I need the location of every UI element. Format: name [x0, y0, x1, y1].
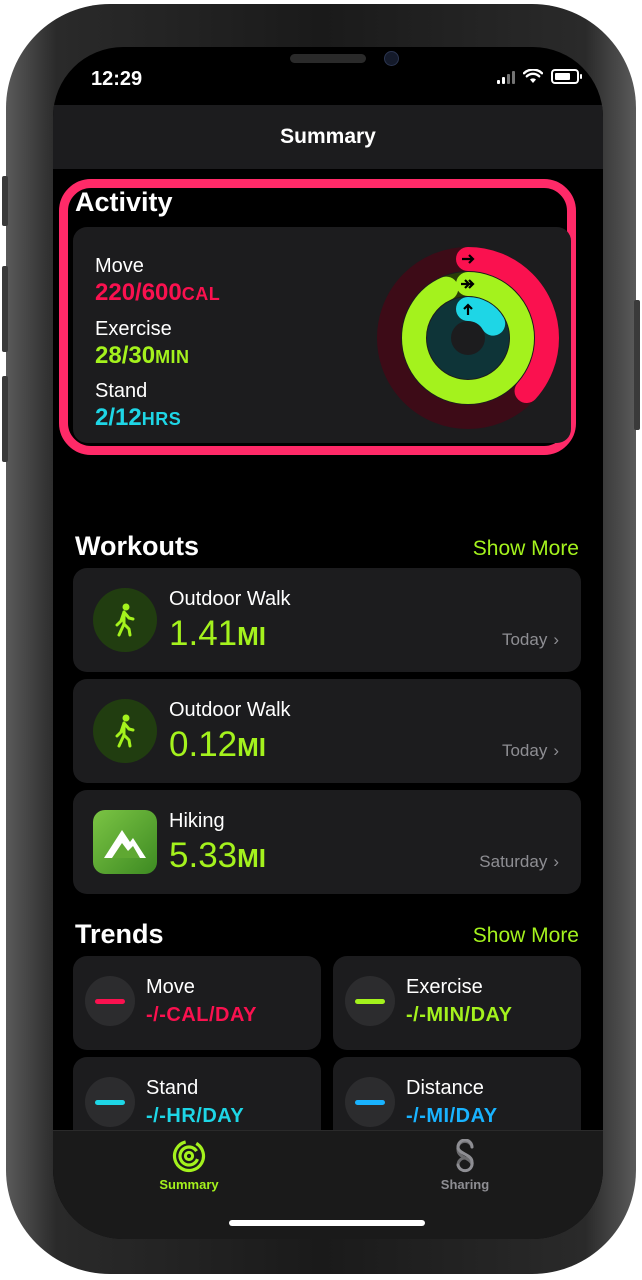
distance-trend-dash-icon — [345, 1077, 395, 1127]
trend-card-move[interactable]: Move -/-CAL/DAY — [73, 956, 321, 1050]
power-button — [634, 300, 640, 430]
status-icons — [497, 69, 582, 84]
walking-figure-icon — [93, 699, 157, 763]
workout-date: Saturday › — [479, 852, 559, 871]
workout-date: Today › — [501, 630, 559, 649]
workout-distance: 0.12MI — [169, 725, 267, 764]
battery-icon — [551, 69, 582, 84]
trends-show-more-link[interactable]: Show More — [473, 924, 579, 948]
home-indicator[interactable] — [229, 1220, 425, 1226]
notch — [172, 47, 482, 87]
move-value: 220/600CAL — [95, 279, 221, 306]
status-time: 12:29 — [91, 68, 143, 90]
trend-dash — [355, 1099, 385, 1105]
stand-value: 2/12HRS — [95, 404, 182, 431]
activity-section-title: Activity — [75, 187, 173, 217]
speaker-grille — [290, 54, 366, 63]
tab-summary[interactable]: Summary — [129, 1139, 249, 1192]
trend-name: Distance — [406, 1077, 484, 1099]
workout-distance: 5.33MI — [169, 836, 267, 875]
volume-down-button — [2, 376, 8, 462]
chevron-right-icon: › — [553, 852, 559, 871]
cellular-signal-icon — [497, 70, 515, 84]
trend-value: -/-CAL/DAY — [146, 1004, 257, 1026]
chevron-right-icon: › — [553, 741, 559, 760]
tab-summary-label: Summary — [159, 1177, 219, 1192]
tab-sharing-label: Sharing — [440, 1177, 490, 1192]
walking-figure-icon — [93, 588, 157, 652]
trend-card-exercise[interactable]: Exercise -/-MIN/DAY — [333, 956, 581, 1050]
workout-card[interactable]: Outdoor Walk 0.12MI Today › — [73, 679, 581, 783]
workouts-section-title: Workouts — [75, 531, 200, 561]
move-label: Move — [95, 255, 144, 277]
workout-name: Hiking — [169, 810, 225, 832]
trend-dash — [95, 1099, 125, 1105]
phone-screen: 12:29 Summary Activity Move 220/600CAL E… — [53, 47, 603, 1239]
volume-up-button — [2, 266, 8, 352]
chevron-right-icon: › — [553, 630, 559, 649]
stand-label: Stand — [95, 380, 148, 402]
trend-name: Move — [146, 976, 195, 998]
front-camera — [384, 51, 399, 66]
summary-rings-icon — [172, 1139, 206, 1173]
trend-value: -/-HR/DAY — [146, 1105, 245, 1127]
exercise-value: 28/30MIN — [95, 342, 190, 369]
activity-card[interactable]: Move 220/600CAL Exercise 28/30MIN Stand … — [73, 227, 571, 443]
move-trend-dash-icon — [85, 976, 135, 1026]
trends-section-title: Trends — [75, 919, 164, 949]
stand-trend-dash-icon — [85, 1077, 135, 1127]
workout-card[interactable]: Outdoor Walk 1.41MI Today › — [73, 568, 581, 672]
tab-sharing[interactable]: Sharing — [405, 1139, 525, 1192]
workout-date: Today › — [501, 741, 559, 760]
navigation-bar: Summary — [53, 105, 603, 169]
exercise-trend-dash-icon — [345, 976, 395, 1026]
trend-name: Stand — [146, 1077, 199, 1099]
page-title: Summary — [280, 125, 376, 148]
mountain-app-icon — [93, 810, 157, 874]
trend-dash — [355, 998, 385, 1004]
workout-name: Outdoor Walk — [169, 699, 291, 721]
silent-switch — [2, 176, 8, 226]
trend-value: -/-MIN/DAY — [406, 1004, 513, 1026]
workouts-show-more-link[interactable]: Show More — [473, 537, 579, 561]
activity-rings — [377, 247, 559, 429]
phone-frame: 12:29 Summary Activity Move 220/600CAL E… — [2, 4, 640, 1274]
trend-name: Exercise — [406, 976, 483, 998]
workout-distance: 1.41MI — [169, 614, 267, 653]
workout-card[interactable]: Hiking 5.33MI Saturday › — [73, 790, 581, 894]
sharing-icon — [456, 1139, 474, 1173]
wifi-icon — [523, 69, 543, 83]
trend-value: -/-MI/DAY — [406, 1105, 498, 1127]
trend-dash — [95, 998, 125, 1004]
workout-name: Outdoor Walk — [169, 588, 291, 610]
exercise-label: Exercise — [95, 318, 172, 340]
